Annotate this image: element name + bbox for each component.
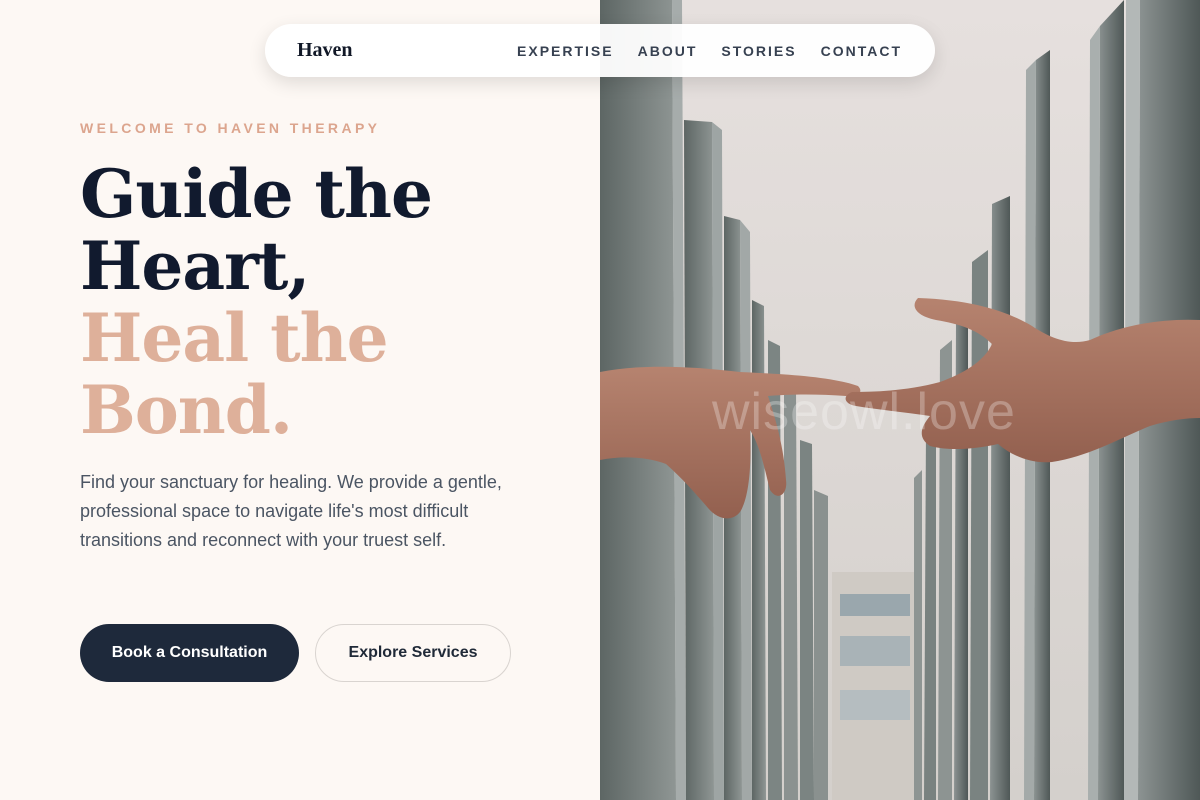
explore-services-button[interactable]: Explore Services xyxy=(315,624,511,682)
brand-logo[interactable]: Haven xyxy=(297,39,353,62)
book-consultation-button[interactable]: Book a Consultation xyxy=(80,624,299,682)
photo-watermark: wiseowl.love xyxy=(712,383,1016,441)
nav-link-about[interactable]: ABOUT xyxy=(638,43,698,59)
headline-line-2: Heart, xyxy=(80,227,310,305)
hero-headline: Guide the Heart, Heal the Bond. xyxy=(80,158,540,446)
nav-links: EXPERTISE ABOUT STORIES CONTACT xyxy=(517,43,902,59)
top-navbar: Haven EXPERTISE ABOUT STORIES CONTACT xyxy=(265,24,935,77)
nav-link-contact[interactable]: CONTACT xyxy=(821,43,902,59)
nav-link-stories[interactable]: STORIES xyxy=(721,43,796,59)
hero-eyebrow: WELCOME TO HAVEN THERAPY xyxy=(80,120,381,136)
headline-line-1: Guide the xyxy=(80,155,433,233)
nav-link-expertise[interactable]: EXPERTISE xyxy=(517,43,614,59)
headline-line-4: Bond. xyxy=(80,371,293,449)
hero-description: Find your sanctuary for healing. We prov… xyxy=(80,472,502,550)
headline-line-3: Heal the xyxy=(80,299,389,377)
